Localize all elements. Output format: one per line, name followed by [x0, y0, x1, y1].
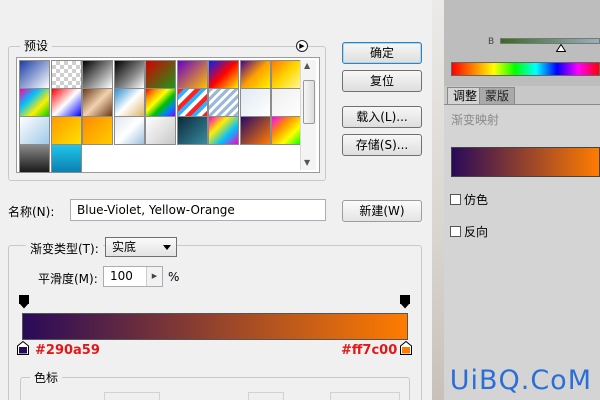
- gradient-type-select[interactable]: 实底: [105, 237, 177, 257]
- preset-swatch[interactable]: [176, 60, 208, 89]
- preset-swatch[interactable]: [176, 116, 208, 145]
- gradient-type-value: 实底: [112, 240, 137, 254]
- preset-swatch[interactable]: [145, 116, 176, 145]
- preset-swatch[interactable]: [19, 116, 50, 145]
- reverse-checkbox[interactable]: [450, 226, 461, 237]
- preset-swatch-grid: [16, 57, 320, 173]
- b-slider-track[interactable]: [500, 38, 600, 44]
- smoothness-value: 100: [110, 269, 133, 283]
- preset-swatch[interactable]: [19, 144, 50, 173]
- dither-checkbox[interactable]: [450, 194, 461, 205]
- preset-swatch[interactable]: [271, 116, 302, 145]
- preset-swatch[interactable]: [208, 116, 239, 145]
- panel-section-title: 渐变映射: [451, 113, 500, 127]
- preset-swatch[interactable]: [19, 88, 50, 117]
- preset-swatch[interactable]: [176, 88, 208, 117]
- preset-swatch[interactable]: [50, 116, 82, 145]
- preset-swatch[interactable]: [208, 60, 239, 89]
- preset-swatch[interactable]: [19, 60, 50, 89]
- preset-scrollbar[interactable]: ▲ ▼: [300, 60, 316, 170]
- tab-adjustments[interactable]: 调整: [447, 87, 484, 105]
- color-stop-right-icon[interactable]: [400, 341, 412, 355]
- preset-swatch[interactable]: [271, 88, 302, 117]
- preset-swatch[interactable]: [50, 144, 82, 173]
- end-color-hex: #ff7c00: [341, 343, 398, 358]
- opacity-stop-right-icon[interactable]: [400, 295, 410, 309]
- smoothness-field[interactable]: 100 ▶: [103, 266, 163, 287]
- preset-swatch[interactable]: [145, 88, 176, 117]
- b-slider-label: B: [488, 37, 495, 47]
- dither-label: 仿色: [464, 193, 489, 207]
- preset-swatch[interactable]: [113, 88, 145, 117]
- scroll-up-icon[interactable]: ▲: [304, 61, 310, 70]
- reverse-label: 反向: [464, 225, 489, 239]
- dialog-edge-strip: [432, 0, 444, 400]
- preset-swatch[interactable]: [239, 116, 271, 145]
- gradient-preview-bar[interactable]: [22, 313, 408, 340]
- gradient-editor-dialog: 预设 ▶ ▲ ▼ 确定 复位 载入(L)... 存储(S)... 名称(N): …: [0, 0, 432, 400]
- watermark-text: UiBQ.CoM: [449, 365, 592, 396]
- preset-swatch[interactable]: [239, 88, 271, 117]
- preset-swatch[interactable]: [239, 60, 271, 89]
- save-button[interactable]: 存储(S)...: [342, 134, 422, 156]
- scroll-down-icon[interactable]: ▼: [304, 158, 310, 167]
- gradient-type-label: 渐变类型(T):: [26, 240, 103, 257]
- ok-button[interactable]: 确定: [342, 42, 422, 64]
- preset-swatch[interactable]: [208, 88, 239, 117]
- preset-swatch[interactable]: [271, 60, 302, 89]
- tab-masks[interactable]: 蒙版: [479, 87, 516, 105]
- preset-swatch[interactable]: [50, 60, 82, 89]
- preset-swatch[interactable]: [113, 116, 145, 145]
- slider-handle-icon[interactable]: [556, 44, 566, 52]
- chevron-down-icon: [163, 245, 171, 250]
- name-field[interactable]: Blue-Violet, Yellow-Orange: [70, 199, 326, 221]
- stops-group-title: 色标: [30, 369, 63, 386]
- preset-swatch[interactable]: [145, 60, 176, 89]
- preset-swatch[interactable]: [82, 60, 113, 89]
- new-button[interactable]: 新建(W): [342, 200, 422, 222]
- name-label: 名称(N):: [8, 205, 55, 219]
- presets-title: 预设: [20, 37, 53, 54]
- smoothness-unit: %: [168, 270, 180, 284]
- start-color-hex: #290a59: [35, 343, 100, 358]
- opacity-stop-left-icon[interactable]: [19, 295, 29, 309]
- load-button[interactable]: 载入(L)...: [342, 106, 422, 128]
- gradient-map-preview[interactable]: [451, 147, 600, 177]
- preset-swatch[interactable]: [113, 60, 145, 89]
- color-stop-left-icon[interactable]: [17, 341, 29, 355]
- presets-menu-icon[interactable]: ▶: [296, 40, 308, 52]
- preset-swatch[interactable]: [82, 88, 113, 117]
- stops-faded-row: [30, 392, 400, 400]
- smoothness-label: 平滑度(M):: [38, 272, 98, 286]
- smoothness-stepper-icon[interactable]: ▶: [146, 267, 162, 286]
- scroll-thumb[interactable]: [303, 80, 315, 124]
- preset-swatch[interactable]: [50, 88, 82, 117]
- preset-swatch[interactable]: [82, 116, 113, 145]
- color-spectrum-bar[interactable]: [451, 62, 600, 76]
- reset-button[interactable]: 复位: [342, 70, 422, 92]
